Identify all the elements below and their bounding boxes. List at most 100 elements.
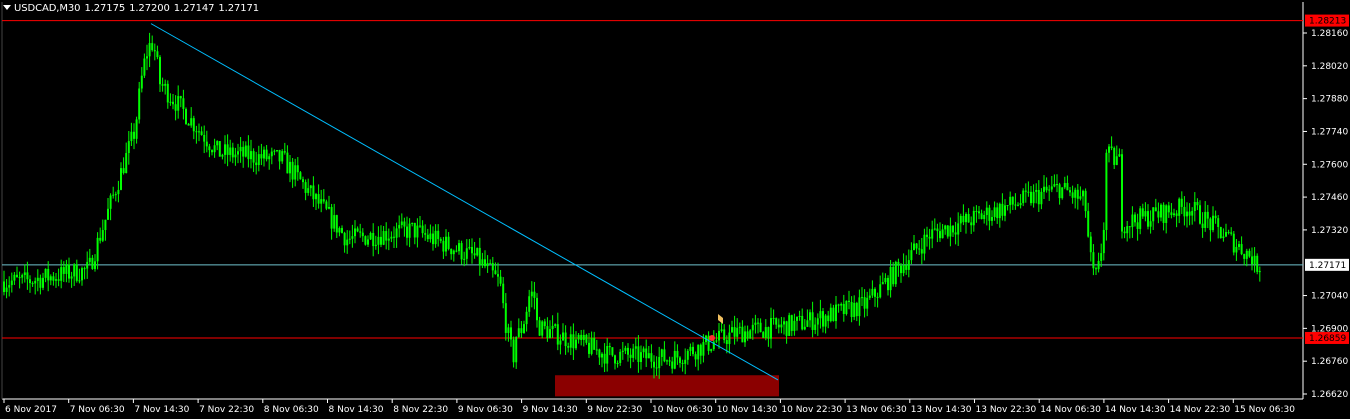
candle-body (1076, 189, 1079, 199)
chart-window[interactable]: 1.28160 1.28020 1.27880 1.27740 1.27600 1.274… (0, 0, 1350, 419)
candle-body (525, 311, 528, 325)
candle-body (120, 168, 122, 190)
price-chart[interactable]: 1.28160 1.28020 1.27880 1.27740 1.27600 1.274… (0, 0, 1350, 419)
candle-body (972, 210, 975, 226)
candle-body (827, 315, 830, 322)
candle-body (177, 96, 180, 111)
time-tick-label: 8 Nov 22:30 (393, 405, 448, 415)
candle-body (627, 347, 629, 355)
candle-body (283, 151, 286, 153)
candle-body (1173, 213, 1175, 216)
candle-body (1069, 190, 1071, 193)
candle-body (538, 320, 541, 336)
candle-body (1214, 215, 1217, 219)
candle-body (343, 232, 346, 246)
timeframe: M30 (59, 3, 81, 14)
candle-body (1204, 211, 1207, 228)
candle-body (1217, 218, 1220, 227)
candle-body (549, 329, 551, 339)
candle-body (533, 291, 536, 298)
candle-body (606, 345, 609, 364)
candle-body (853, 302, 856, 317)
candle-body (208, 146, 211, 151)
candle-body (546, 326, 549, 339)
candle-body (5, 287, 8, 293)
candle-body (1245, 250, 1248, 259)
time-tick-label: 9 Nov 06:30 (458, 405, 513, 415)
symbol-info-bar: USDCAD,M30 1.27175 1.27200 1.27147 1.27171 (3, 3, 263, 14)
candle-body (205, 141, 208, 147)
candle-body (473, 253, 476, 256)
candle-body (268, 156, 271, 160)
candle-body (416, 225, 419, 238)
candle-body (1196, 202, 1199, 206)
candle-body (39, 277, 42, 288)
candle-body (153, 50, 156, 52)
candle-body (140, 75, 143, 89)
candle-body (1183, 206, 1186, 217)
time-tick-label: 9 Nov 14:30 (523, 405, 578, 415)
candle-body (75, 264, 78, 281)
candle-body (1001, 203, 1004, 216)
candle-body (239, 146, 242, 152)
candle-body (333, 215, 336, 229)
candle-body (837, 304, 840, 306)
candle-body (575, 339, 577, 349)
candle-body (88, 257, 91, 262)
candle-body (1175, 213, 1178, 216)
candle-body (1180, 198, 1183, 207)
candle-body (1230, 232, 1233, 234)
candle-body (320, 199, 323, 204)
time-tick-label: 6 Nov 2017 (5, 405, 57, 415)
candle-body (278, 150, 281, 162)
candle-body (1108, 146, 1110, 153)
candle-body (660, 349, 663, 357)
candle-body (1134, 214, 1136, 223)
demand-zone-rectangle[interactable] (555, 375, 779, 397)
candle-body (819, 311, 822, 319)
candle-body (1238, 244, 1240, 247)
trendline[interactable] (150, 23, 779, 381)
candle-body (174, 104, 177, 111)
candle-body (351, 236, 354, 239)
candle-body (569, 334, 572, 348)
candle-body (226, 144, 229, 155)
candle-body (590, 337, 593, 354)
candle-body (138, 88, 141, 120)
candle-body (257, 154, 260, 166)
candle-body (187, 123, 190, 126)
candle-body (1043, 186, 1045, 192)
candle-body (536, 297, 538, 321)
candle-body (114, 194, 117, 196)
candle-body (486, 263, 489, 267)
candle-body (954, 232, 957, 235)
candle-body (247, 145, 250, 160)
candle-body (94, 261, 96, 269)
candle-body (107, 208, 109, 220)
candle-body (775, 318, 778, 325)
candle-body (112, 194, 115, 196)
order-marker-icon[interactable] (709, 334, 715, 341)
candle-body (426, 234, 429, 240)
candle-body (252, 151, 255, 163)
chart-menu-triangle-icon[interactable] (3, 5, 11, 10)
candle-body (442, 240, 445, 252)
price-tick-label: 1.26760 (1311, 357, 1348, 367)
candle-body (1092, 252, 1095, 269)
candle-body (728, 332, 731, 345)
candle-body (203, 134, 206, 142)
candle-body (658, 356, 661, 369)
arrow-marker-icon[interactable] (718, 314, 723, 324)
candle-body (62, 267, 65, 274)
candle-body (1050, 186, 1053, 190)
candle-body (692, 346, 694, 355)
candle-body (452, 250, 455, 255)
candle-body (424, 233, 427, 235)
candle-body (572, 334, 575, 349)
candle-body (642, 348, 645, 353)
candle-body (237, 151, 239, 155)
candle-body (1056, 184, 1058, 186)
candle-body (109, 195, 112, 209)
candle-body (1118, 154, 1121, 157)
candle-body (822, 311, 824, 327)
